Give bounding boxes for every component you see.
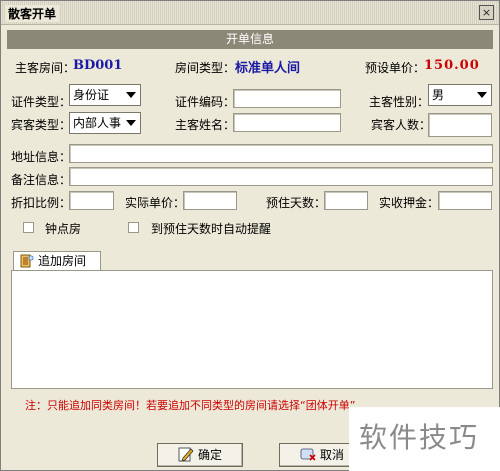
guest-count-input[interactable] [428,113,492,137]
discount-label: 折扣比例： [11,196,72,210]
address-input[interactable] [69,144,493,163]
confirm-button-label: 确定 [197,448,222,462]
auto-reminder-label: 到预住天数时自动提醒 [151,222,272,236]
deposit-input[interactable] [438,191,492,210]
preset-price-value: 150.00 [424,58,480,73]
address-label: 地址信息： [11,150,72,164]
guest-count-label: 宾客人数： [371,118,432,132]
watermark-overlay: 软件技巧 [349,407,500,471]
chevron-down-icon [126,120,136,126]
room-type-value: 标准单人间 [235,61,301,76]
added-rooms-list[interactable] [11,270,493,389]
chevron-down-icon [477,92,487,98]
guest-type-select[interactable]: 内部人事 [69,112,141,134]
close-button[interactable]: × [479,5,494,20]
room-value: BD001 [73,58,123,73]
edit-icon [178,447,194,462]
hourly-room-checkbox[interactable] [23,222,34,233]
id-type-label: 证件类型： [11,95,72,109]
cancel-button-label: 取消 [319,448,344,462]
preset-price-label: 预设单价： [365,61,426,75]
dialog-window: 散客开单 × 开单信息 主客房间： BD001 房间类型： 标准单人间 预设单价… [0,0,500,471]
gender-value: 男 [432,88,445,102]
cancel-icon [300,448,316,461]
confirm-button[interactable]: 确定 [157,443,243,467]
id-number-input[interactable] [233,89,341,108]
section-header: 开单信息 [7,30,493,49]
guest-name-input[interactable] [233,113,341,132]
actual-price-input[interactable] [183,191,237,210]
tab-add-room[interactable]: 追加房间 [13,251,101,271]
remark-input[interactable] [69,167,493,186]
add-room-icon [20,254,34,268]
stay-days-input[interactable] [324,191,368,210]
discount-input[interactable] [69,191,114,210]
id-type-select[interactable]: 身份证 [69,84,141,106]
stay-days-label: 预住天数： [266,196,327,210]
guest-name-label: 主客姓名： [175,118,236,132]
window-title: 散客开单 [5,5,60,22]
id-number-label: 证件编码： [175,95,236,109]
id-type-value: 身份证 [73,88,110,102]
auto-reminder-checkbox[interactable] [128,222,139,233]
warning-note: 注：只能追加同类房间！若要追加不同类型的房间请选择“团体开单” [25,399,356,412]
guest-type-label: 宾客类型： [11,118,72,132]
room-label: 主客房间： [15,61,76,75]
gender-select[interactable]: 男 [428,84,492,106]
deposit-label: 实收押金： [379,196,440,210]
hourly-room-label: 钟点房 [45,222,82,236]
remark-label: 备注信息： [11,173,72,187]
guest-type-value: 内部人事 [73,116,122,130]
room-type-label: 房间类型： [175,61,236,75]
gender-label: 主客性别： [369,95,430,109]
chevron-down-icon [126,92,136,98]
title-bar[interactable]: 散客开单 × [1,1,499,25]
tab-add-room-label: 追加房间 [38,254,87,268]
actual-price-label: 实际单价： [125,196,186,210]
